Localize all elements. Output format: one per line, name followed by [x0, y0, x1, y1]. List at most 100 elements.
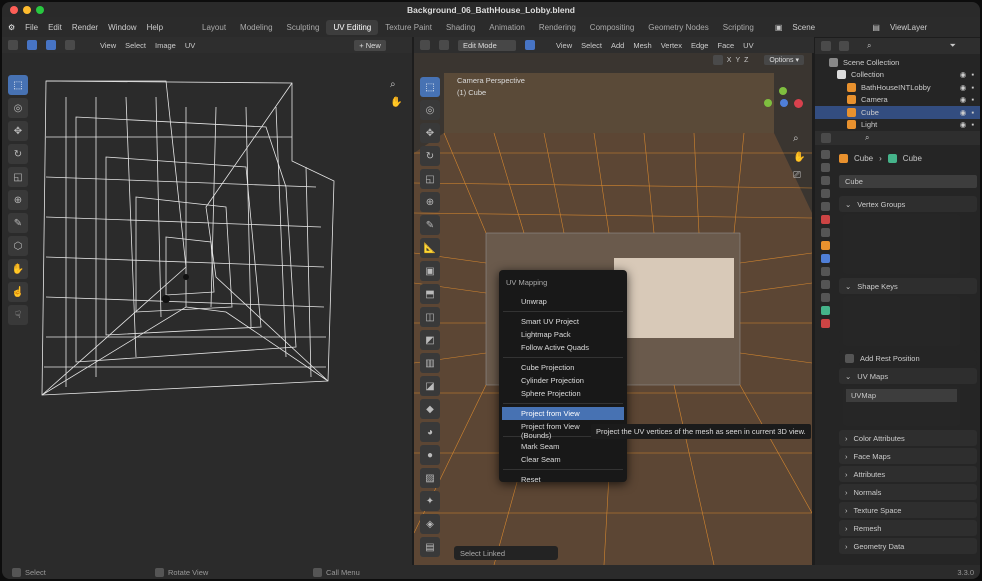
collapsed-panel[interactable]: › Normals [839, 484, 977, 500]
vertex-groups-panel[interactable]: ⌄ Vertex Groups [839, 196, 977, 212]
mode-selector[interactable]: Edit Mode [458, 39, 516, 51]
vp-transform-tool-icon[interactable]: ⊕ [420, 192, 440, 212]
editor-type-icon[interactable] [8, 40, 18, 50]
outliner-row[interactable]: Camera ◉ ▪ [815, 94, 980, 107]
menu-help[interactable]: Help [147, 23, 163, 32]
collapsed-panel[interactable]: › Remesh [839, 520, 977, 536]
render-camera-icon[interactable]: ▪ [971, 83, 974, 92]
edge-slide-tool-icon[interactable]: ▨ [420, 468, 440, 488]
eye-icon[interactable]: ◉ [960, 95, 967, 104]
shape-keys-list[interactable] [843, 296, 960, 346]
knife-tool-icon[interactable]: ◪ [420, 376, 440, 396]
render-tab-icon[interactable] [820, 163, 830, 172]
vertex-mode-icon[interactable] [525, 40, 535, 50]
blender-logo-icon[interactable]: ⚙ [8, 23, 15, 32]
vp-menu-vertex[interactable]: Vertex [661, 41, 682, 50]
tab-uv-editing[interactable]: UV Editing [326, 19, 379, 35]
vp-measure-tool-icon[interactable]: 📐 [420, 238, 440, 258]
move-tool-icon[interactable]: ✥ [8, 121, 28, 141]
collapsed-panel[interactable]: › Color Attributes [839, 430, 977, 446]
outliner-row[interactable]: Collection ◉ ▪ [815, 69, 980, 82]
pan-hand-icon[interactable]: ✋ [390, 97, 402, 108]
cursor-tool-icon[interactable]: ◎ [8, 98, 28, 118]
rip-region-tool-icon[interactable]: ▤ [420, 537, 440, 557]
rip-tool-icon[interactable]: ⬡ [8, 236, 28, 256]
collapsed-panel[interactable]: › Attributes [839, 466, 977, 482]
tab-sculpting[interactable]: Sculpting [280, 20, 327, 35]
uv-mesh-wireframe[interactable] [36, 77, 336, 407]
inset-tool-icon[interactable]: ◫ [420, 307, 440, 327]
display-mode-icon[interactable] [839, 41, 849, 51]
vp-menu-edge[interactable]: Edge [691, 41, 709, 50]
menu-window[interactable]: Window [108, 23, 136, 32]
tab-layout[interactable]: Layout [195, 20, 233, 35]
select-box-tool-icon[interactable]: ⬚ [8, 75, 28, 95]
menu-edit[interactable]: Edit [48, 23, 62, 32]
menu-render[interactable]: Render [72, 23, 98, 32]
camera-view-icon[interactable]: ⎚ [793, 170, 801, 181]
render-camera-icon[interactable]: ▪ [971, 108, 974, 117]
scene-selector[interactable]: Scene [792, 23, 862, 32]
vp-menu-mesh[interactable]: Mesh [633, 41, 651, 50]
outliner-search-icon[interactable]: ⌕ [867, 41, 871, 51]
smooth-tool-icon[interactable]: ● [420, 445, 440, 465]
gizmo-x-icon[interactable] [794, 99, 803, 108]
vp-move-tool-icon[interactable]: ✥ [420, 123, 440, 143]
uv-menu-item[interactable]: Follow Active Quads [499, 341, 627, 354]
filter-icon[interactable]: ⏷ [949, 41, 955, 51]
uv-menu-item[interactable]: Unwrap [499, 295, 627, 308]
uv-editor-area[interactable]: ⬚ ◎ ✥ ↻ ◱ ⊕ ✎ ⬡ ✋ ☝ ☟ ⌕ ✋ [2, 53, 412, 565]
gizmo-z-icon[interactable] [780, 99, 788, 107]
tab-shading[interactable]: Shading [439, 20, 482, 35]
vp-menu-view[interactable]: View [556, 41, 572, 50]
uv-menu-view[interactable]: View [100, 41, 116, 50]
viewlayer-icon[interactable]: ▤ [872, 23, 880, 32]
vp-rotate-tool-icon[interactable]: ↻ [420, 146, 440, 166]
uv-menu-item[interactable]: Mark Seam [499, 440, 627, 453]
collapsed-panel[interactable]: › Texture Space [839, 502, 977, 518]
uv-menu-item[interactable]: Sphere Projection [499, 387, 627, 400]
outliner-row[interactable]: Cube ◉ ▪ [815, 106, 980, 119]
output-tab-icon[interactable] [820, 176, 830, 185]
loopcut-tool-icon[interactable]: ▥ [420, 353, 440, 373]
vp-menu-face[interactable]: Face [717, 41, 734, 50]
uv-menu-item[interactable]: Cylinder Projection [499, 374, 627, 387]
eye-icon[interactable]: ◉ [960, 83, 967, 92]
scale-tool-icon[interactable]: ◱ [8, 167, 28, 187]
polybuild-tool-icon[interactable]: ◆ [420, 399, 440, 419]
uv-menu-item[interactable]: Project from View [502, 407, 624, 420]
outliner-row[interactable]: Light ◉ ▪ [815, 119, 980, 132]
uv-menu-item[interactable]: Lightmap Pack [499, 328, 627, 341]
collapsed-panel[interactable]: › Geometry Data [839, 538, 977, 554]
vp-annotate-tool-icon[interactable]: ✎ [420, 215, 440, 235]
edge-select-icon[interactable] [65, 40, 75, 50]
menu-file[interactable]: File [25, 23, 38, 32]
uv-menu-image[interactable]: Image [155, 41, 176, 50]
vp-menu-add[interactable]: Add [611, 41, 624, 50]
bevel-tool-icon[interactable]: ◩ [420, 330, 440, 350]
tab-scripting[interactable]: Scripting [716, 20, 761, 35]
shear-tool-icon[interactable]: ◈ [420, 514, 440, 534]
uv-menu-item[interactable]: Smart UV Project [499, 315, 627, 328]
uv-menu-select[interactable]: Select [125, 41, 146, 50]
eye-icon[interactable]: ◉ [960, 108, 967, 117]
last-operator-panel[interactable]: Select Linked [454, 546, 558, 560]
viewlayer-selector[interactable]: ViewLayer [890, 23, 927, 32]
pinch-tool-icon[interactable]: ☟ [8, 305, 28, 325]
vp-select-tool-icon[interactable]: ⬚ [420, 77, 440, 97]
scene-icon[interactable]: ▣ [775, 23, 783, 32]
mesh-data-name-field[interactable]: Cube [839, 175, 977, 188]
relax-tool-icon[interactable]: ☝ [8, 282, 28, 302]
uv-sync-icon[interactable] [27, 40, 37, 50]
close-window-button[interactable] [10, 6, 18, 14]
vp-zoom-icon[interactable]: ⌕ [793, 133, 799, 144]
viewport-editor-type-icon[interactable] [420, 40, 430, 50]
uv-menu-item[interactable]: Cube Projection [499, 361, 627, 374]
vp-pan-icon[interactable]: ✋ [793, 152, 805, 163]
uvmap-item[interactable]: UVMap [846, 389, 957, 402]
add-cube-tool-icon[interactable]: ▣ [420, 261, 440, 281]
gizmo-y-icon[interactable] [779, 87, 787, 95]
tab-geometry-nodes[interactable]: Geometry Nodes [641, 20, 715, 35]
collapsed-panel[interactable]: › Face Maps [839, 448, 977, 464]
vp-cursor-tool-icon[interactable]: ◎ [420, 100, 440, 120]
